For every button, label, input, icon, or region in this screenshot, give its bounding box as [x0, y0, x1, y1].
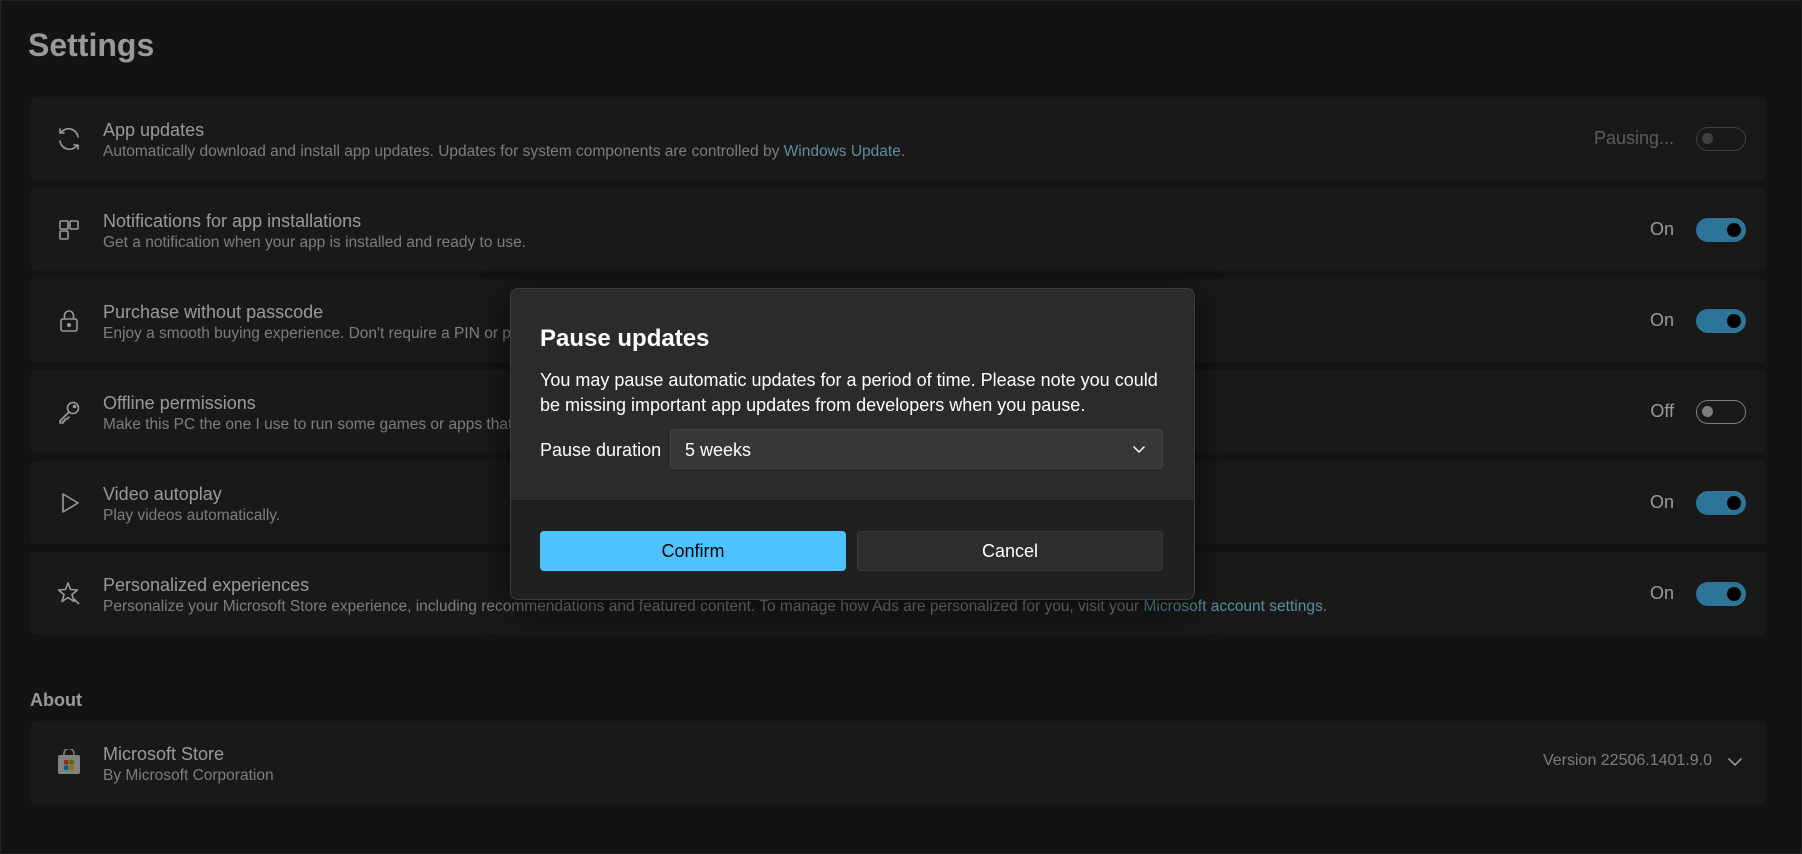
- pause-duration-select[interactable]: 5 weeks: [670, 429, 1163, 469]
- pause-duration-label: Pause duration: [540, 440, 662, 460]
- dialog-body: You may pause automatic updates for a pe…: [540, 370, 1158, 415]
- cancel-button[interactable]: Cancel: [857, 531, 1163, 571]
- dialog-footer: Confirm Cancel: [511, 500, 1194, 599]
- confirm-button[interactable]: Confirm: [540, 531, 846, 571]
- pause-duration-value: 5 weeks: [685, 440, 752, 460]
- dialog-title: Pause updates: [540, 325, 710, 352]
- chevron-down-icon: [1130, 440, 1148, 458]
- pause-updates-dialog: Pause updates You may pause automatic up…: [510, 288, 1195, 600]
